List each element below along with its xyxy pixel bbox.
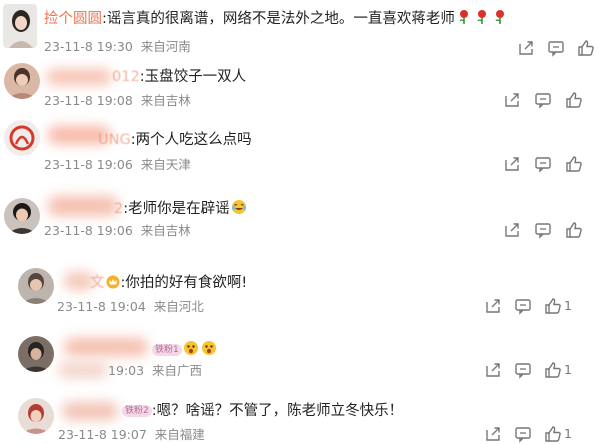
location: 来自广西 [152,363,203,378]
username-mask [46,69,112,85]
comment-list: 捡个圆圆:谣言真的很离谱，网络不是法外之地。一直喜欢蒋老师 23-11-8 19… [0,0,600,444]
comment-text: :嗯？啥谣？不管了，陈老师立冬快乐！ [151,403,404,419]
rose-emoji [474,9,490,25]
comment-line: 捡个圆圆:谣言真的很离谱，网络不是法外之地。一直喜欢蒋老师 [44,9,509,29]
comment-actions: 1 [484,425,572,443]
comment-actions [503,91,583,109]
comment-icon[interactable] [534,221,552,239]
username[interactable]: UNG [98,132,131,148]
like-icon[interactable] [544,425,562,443]
comment-meta: 23-11-8 19:30 来自河南 [44,39,191,55]
comment-line: 铁粉2:嗯？啥谣？不管了，陈老师立冬快乐！ [118,401,403,421]
comment-icon[interactable] [514,425,532,443]
comment-actions [517,39,595,57]
timestamp: 23-11-8 19:04 [57,299,146,314]
comment-item: 铁粉2:嗯？啥谣？不管了，陈老师立冬快乐！ 23-11-8 19:07 来自福建 … [0,384,600,444]
comment-meta: 23-11-8 19:08 来自吉林 [44,93,191,109]
comment-icon[interactable] [514,361,532,379]
comment-item: 捡个圆圆:谣言真的很离谱，网络不是法外之地。一直喜欢蒋老师 23-11-8 19… [0,0,600,60]
comment-meta: 23-11-8 19:06 来自天津 [44,157,191,173]
username[interactable]: 012 [112,69,140,85]
timestamp: 23-11-8 19:07 [58,427,147,442]
comment-icon[interactable] [534,91,552,109]
comment-line: UNG:两个人吃这么点吗 [98,130,252,150]
location: 来自吉林 [140,223,191,238]
username-mask [64,338,148,356]
rose-emoji [492,9,508,25]
username[interactable]: 2 [114,201,123,217]
avatar[interactable] [18,268,54,304]
comment-line: 2:老师你是在辟谣 [114,199,248,219]
like-count: 1 [564,426,572,441]
like-icon[interactable] [577,39,595,57]
comment-meta: 23-11-8 19:06 来自吉林 [44,223,191,239]
comment-item: 文 :你拍的好有食欲啊! 23-11-8 19:04 来自河北 1 [0,256,600,322]
location: 来自福建 [154,427,205,442]
location: 来自天津 [140,157,191,172]
comment-item: UNG:两个人吃这么点吗 23-11-8 19:06 来自天津 [0,114,600,176]
avatar[interactable] [4,198,40,234]
comment-line: 文 :你拍的好有食欲啊! [90,273,247,293]
avatar[interactable] [4,63,40,99]
timestamp: 23-11-8 19:06 [44,223,133,238]
comment-text: :谣言真的很离谱，网络不是法外之地。一直喜欢蒋老师 [102,11,455,27]
comment-text: :你拍的好有食欲啊! [120,275,248,291]
username-mask [62,402,118,420]
location: 来自河北 [153,299,204,314]
avatar[interactable] [3,4,37,48]
laugh-cry-emoji [231,199,247,215]
share-icon[interactable] [503,155,521,173]
avatar[interactable] [18,336,54,372]
fan-badge: 铁粉1 [152,344,182,356]
share-icon[interactable] [484,425,502,443]
rose-emoji [456,9,472,25]
comment-item: 012:玉盘饺子一双人 23-11-8 19:08 来自吉林 [0,60,600,114]
comment-meta: 23-11-8 19:07 来自福建 [58,427,205,443]
timestamp: 23-11-8 19:08 [44,93,133,108]
comment-text: :老师你是在辟谣 [123,201,230,217]
timestamp: 23-11-8 19:06 [44,157,133,172]
like-icon[interactable] [565,221,583,239]
comment-icon[interactable] [547,39,565,57]
like-count: 1 [564,298,572,313]
share-icon[interactable] [484,361,502,379]
surprised-emoji [183,340,199,356]
crown-icon [106,275,120,289]
comment-line: 铁粉1 [148,340,218,360]
comment-icon[interactable] [514,297,532,315]
comment-icon[interactable] [534,155,552,173]
like-icon[interactable] [544,297,562,315]
like-icon[interactable] [544,361,562,379]
timestamp: 23-11-8 19:30 [44,39,133,54]
comment-text: :两个人吃这么点吗 [130,132,252,148]
share-icon[interactable] [517,39,535,57]
share-icon[interactable] [484,297,502,315]
avatar[interactable] [18,398,54,434]
comment-item: 2:老师你是在辟谣 23-11-8 19:06 来自吉林 [0,176,600,246]
share-icon[interactable] [503,91,521,109]
username-mask [48,196,118,216]
comment-line: 012:玉盘饺子一双人 [112,67,246,87]
comment-meta: 19:03 来自广西 [108,363,202,379]
timestamp: 19:03 [108,363,145,378]
avatar[interactable] [4,120,40,156]
comment-text: :玉盘饺子一双人 [139,69,247,85]
comment-actions: 1 [484,297,572,315]
comment-actions [503,155,583,173]
like-icon[interactable] [565,155,583,173]
fan-badge: 铁粉2 [122,405,152,417]
comment-meta: 23-11-8 19:04 来自河北 [57,299,204,315]
like-icon[interactable] [565,91,583,109]
location: 来自吉林 [140,93,191,108]
comment-actions: 1 [484,361,572,379]
surprised-emoji [201,340,217,356]
username[interactable]: 文 [90,275,105,291]
comment-actions [503,221,583,239]
timestamp-mask [58,362,108,378]
username[interactable]: 捡个圆圆 [44,11,102,27]
comment-item: 铁粉1 19:03 来自广西 1 [0,322,600,382]
like-count: 1 [564,362,572,377]
share-icon[interactable] [503,221,521,239]
location: 来自河南 [140,39,191,54]
